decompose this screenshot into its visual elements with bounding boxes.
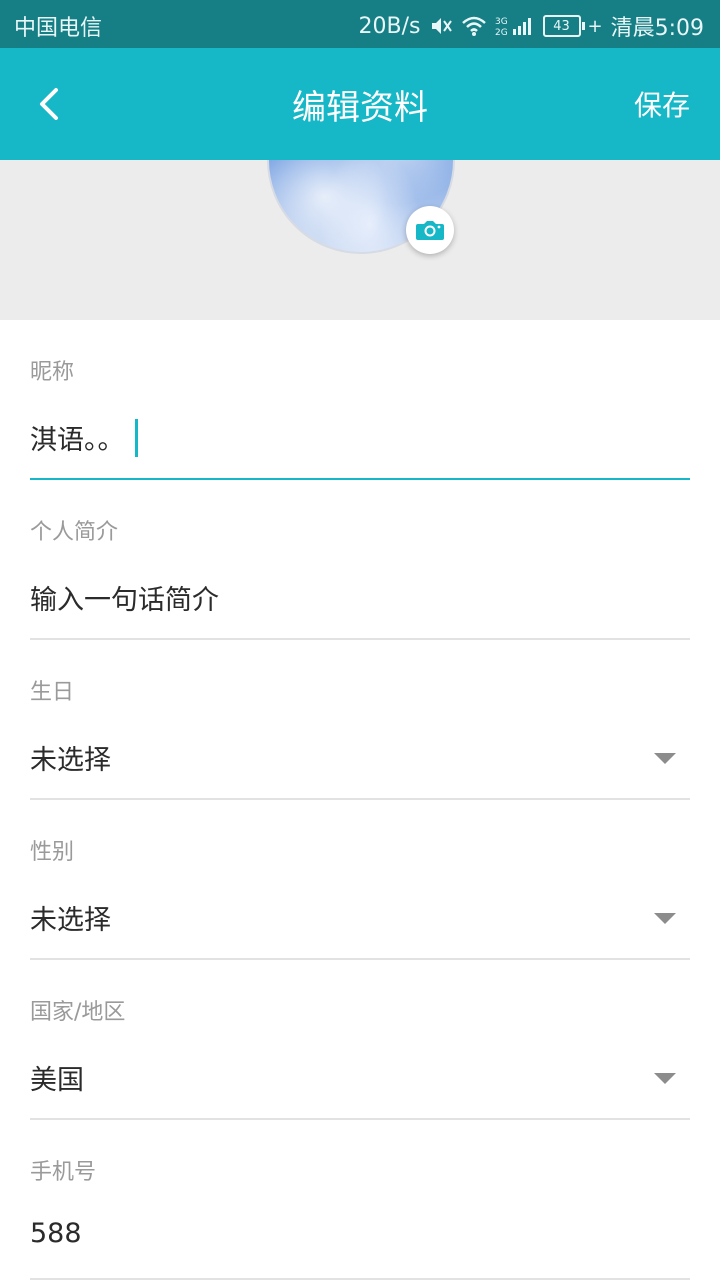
chevron-down-icon[interactable] <box>654 913 676 924</box>
mute-icon <box>429 15 453 37</box>
page-title: 编辑资料 <box>292 88 428 128</box>
edit-profile-screen: 中国电信 20B/s 3G 2G 43 + 清晨5:09 编辑资料 保存 昵称 … <box>0 0 720 1280</box>
gender-select[interactable]: 未选择 <box>30 898 111 937</box>
birthday-select[interactable]: 未选择 <box>30 738 111 777</box>
birthday-label: 生日 <box>30 680 75 705</box>
phone-field[interactable]: 手机号 588 <box>0 1120 720 1280</box>
network-speed: 20B/s <box>358 13 421 39</box>
bio-field[interactable]: 个人简介 输入一句话简介 <box>0 480 720 640</box>
status-bar: 中国电信 20B/s 3G 2G 43 + 清晨5:09 <box>0 0 720 48</box>
carrier-name: 中国电信 <box>14 16 103 41</box>
svg-text:2G: 2G <box>495 28 508 37</box>
app-bar: 编辑资料 保存 <box>0 48 720 160</box>
save-button[interactable]: 保存 <box>634 84 690 124</box>
region-field[interactable]: 国家/地区 美国 <box>0 960 720 1120</box>
nickname-value: 淇语。。 <box>30 425 125 456</box>
camera-icon <box>416 221 444 240</box>
bio-label: 个人简介 <box>30 520 119 545</box>
battery-icon: 43 + <box>542 15 603 37</box>
region-label: 国家/地区 <box>30 1000 126 1025</box>
nickname-label: 昵称 <box>30 360 75 385</box>
wifi-icon <box>461 15 487 37</box>
phone-label: 手机号 <box>30 1160 97 1185</box>
clock: 清晨5:09 <box>610 16 704 41</box>
chevron-down-icon[interactable] <box>654 753 676 764</box>
region-select[interactable]: 美国 <box>30 1058 84 1097</box>
chevron-down-icon[interactable] <box>654 1073 676 1084</box>
battery-level: 43 <box>542 15 581 37</box>
charging-icon: + <box>587 15 603 37</box>
avatar-section <box>0 160 720 320</box>
status-right: 20B/s 3G 2G 43 + 清晨5:09 <box>359 10 704 42</box>
bio-input[interactable]: 输入一句话简介 <box>30 578 219 617</box>
svg-text:3G: 3G <box>495 17 508 27</box>
gender-label: 性别 <box>30 840 75 865</box>
signal-icon: 3G 2G <box>495 15 535 37</box>
nickname-field[interactable]: 昵称 淇语。。 <box>0 320 720 480</box>
profile-form: 昵称 淇语。。 个人简介 输入一句话简介 生日 未选择 性别 未选择 国家/地区 <box>0 320 720 1280</box>
text-cursor <box>134 418 138 457</box>
nickname-input[interactable]: 淇语。。 <box>30 418 138 457</box>
change-avatar-button[interactable] <box>406 206 454 254</box>
birthday-field[interactable]: 生日 未选择 <box>0 640 720 800</box>
gender-field[interactable]: 性别 未选择 <box>0 800 720 960</box>
phone-input[interactable]: 588 <box>30 1218 82 1249</box>
